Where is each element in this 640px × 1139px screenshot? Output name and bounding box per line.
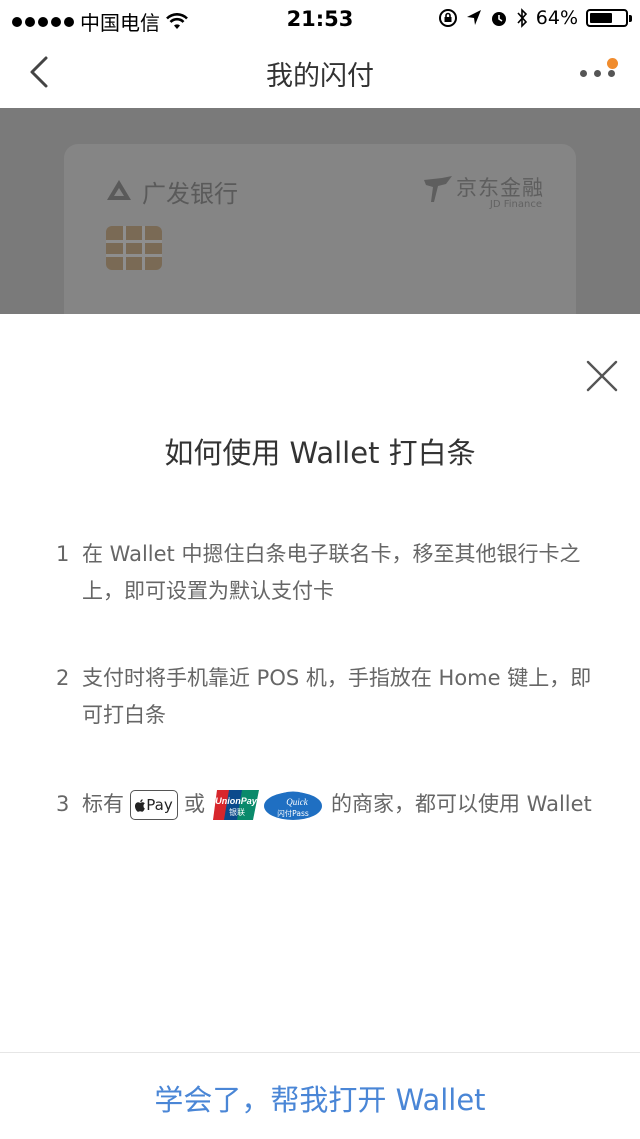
more-button[interactable] bbox=[578, 56, 622, 86]
notification-badge bbox=[607, 58, 618, 69]
quickpass-logo-art: Quick 闪付Pass bbox=[264, 791, 322, 820]
step-or: 或 bbox=[184, 792, 205, 816]
quickpass-logo-icon: Quick 闪付Pass bbox=[263, 789, 323, 821]
step-item: 3 标有 Pay 或 UnionPay 银联 Quick 闪付Pass 的商家，都可… bbox=[56, 786, 604, 866]
step-item: 1 在 Wallet 中摁住白条电子联名卡，移至其他银行卡之上，即可设置为默认支… bbox=[56, 536, 604, 616]
more-dot-icon bbox=[608, 70, 615, 77]
alarm-icon bbox=[491, 12, 506, 26]
unionpay-cn: 银联 bbox=[229, 807, 245, 817]
close-icon[interactable] bbox=[582, 356, 622, 396]
apple-pay-badge: Pay bbox=[130, 790, 178, 820]
orientation-lock-icon bbox=[438, 9, 457, 27]
step-text: 在 Wallet 中摁住白条电子联名卡，移至其他银行卡之上，即可设置为默认支付卡 bbox=[82, 542, 581, 603]
quickpass-cn: 闪付Pass bbox=[277, 808, 309, 818]
issuer-subtitle: JD Finance bbox=[489, 199, 542, 210]
bank-card: 广发银行 京东金融 JD Finance bbox=[64, 144, 576, 314]
step-number: 1 bbox=[56, 542, 70, 566]
page-title: 我的闪付 bbox=[266, 61, 374, 92]
instruction-sheet: 如何使用 Wallet 打白条 1 在 Wallet 中摁住白条电子联名卡，移至… bbox=[0, 314, 640, 1139]
issuer-name: 京东金融 bbox=[456, 176, 544, 200]
sheet-title: 如何使用 Wallet 打白条 bbox=[164, 436, 476, 470]
unionpay-logo-art: UnionPay 银联 bbox=[213, 790, 259, 820]
bluetooth-icon bbox=[517, 8, 527, 28]
battery-icon bbox=[586, 9, 632, 27]
quickpass-label: Quick bbox=[286, 797, 308, 807]
battery-percent: 64% bbox=[535, 7, 578, 29]
step-text: 支付时将手机靠近 POS 机，手指放在 Home 键上，即可打白条 bbox=[82, 666, 592, 727]
bank-logo-icon bbox=[107, 180, 131, 200]
apple-logo-icon bbox=[135, 798, 146, 812]
status-right: 64% bbox=[438, 7, 632, 29]
bank-name: 广发银行 bbox=[142, 180, 238, 208]
status-bar: 中国电信 21:53 64% bbox=[0, 0, 640, 40]
card-chip-icon bbox=[106, 226, 162, 270]
open-wallet-button[interactable]: 学会了，帮我打开 Wallet bbox=[0, 1077, 640, 1119]
location-icon bbox=[466, 10, 481, 25]
step-text: 标有 Pay 或 UnionPay 银联 Quick 闪付Pass 的商家，都可以使… bbox=[82, 786, 604, 823]
jd-finance-logo-icon bbox=[424, 176, 452, 202]
step-item: 2 支付时将手机靠近 POS 机，手指放在 Home 键上，即可打白条 bbox=[56, 660, 604, 740]
card-backdrop: 广发银行 京东金融 JD Finance bbox=[0, 108, 640, 314]
unionpay-logo-icon: UnionPay 银联 bbox=[211, 789, 261, 821]
apple-pay-label: Pay bbox=[146, 795, 173, 814]
battery-level bbox=[590, 13, 612, 23]
more-dot-icon bbox=[594, 70, 601, 77]
step-prefix: 标有 bbox=[82, 792, 124, 816]
navigation-bar: 我的闪付 bbox=[0, 40, 640, 108]
more-dot-icon bbox=[580, 70, 587, 77]
step-suffix: 的商家，都可以使用 Wallet bbox=[331, 792, 592, 816]
bottom-bar: 学会了，帮我打开 Wallet bbox=[0, 1052, 640, 1139]
unionpay-label: UnionPay bbox=[215, 796, 258, 806]
step-number: 3 bbox=[56, 792, 70, 816]
step-number: 2 bbox=[56, 666, 70, 690]
